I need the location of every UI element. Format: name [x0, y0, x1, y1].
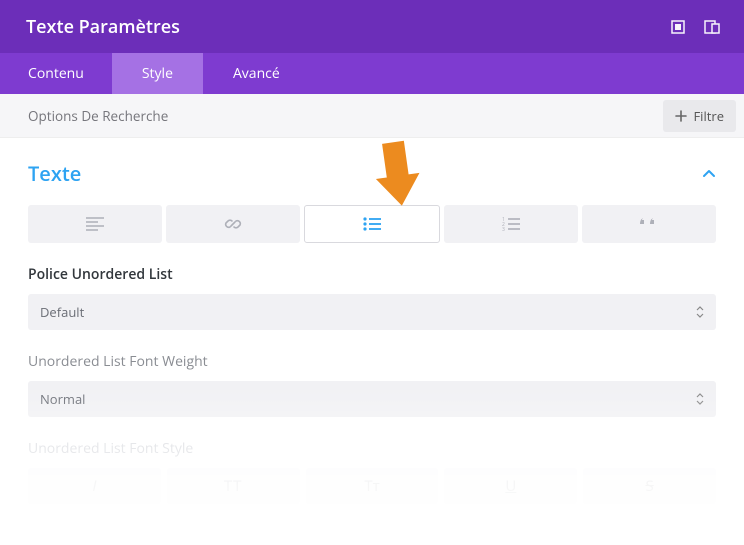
align-left-icon [86, 217, 104, 231]
tab-advanced[interactable]: Avancé [203, 53, 310, 94]
seg-link[interactable] [166, 205, 300, 243]
weight-select[interactable]: Normal [28, 381, 716, 417]
font-value: Default [40, 303, 84, 321]
seg-ordered-list[interactable]: 1 2 3 [444, 205, 578, 243]
seg-paragraph[interactable] [28, 205, 162, 243]
style-italic[interactable]: I [28, 468, 161, 504]
select-caret-icon [696, 306, 704, 318]
font-select[interactable]: Default [28, 294, 716, 330]
filter-label: Filtre [693, 107, 724, 125]
responsive-icon[interactable] [704, 19, 720, 35]
header-bar: Texte Paramètres [0, 0, 744, 53]
section-header[interactable]: Texte [28, 160, 716, 187]
plus-icon [675, 110, 687, 122]
font-label: Police Unordered List [28, 265, 716, 284]
tab-bar: Contenu Style Avancé [0, 53, 744, 94]
settings-panel: Texte [0, 138, 744, 545]
alignment-label: Unordered List Text Alignment [28, 526, 716, 545]
seg-blockquote[interactable] [582, 205, 716, 243]
weight-label: Unordered List Font Weight [28, 352, 716, 371]
select-caret-icon [696, 393, 704, 405]
window-title: Texte Paramètres [26, 15, 180, 39]
tab-content[interactable]: Contenu [0, 53, 112, 94]
style-underline[interactable]: U [444, 468, 577, 504]
search-options-label: Options De Recherche [28, 107, 168, 125]
section-title: Texte [28, 160, 81, 187]
filter-button[interactable]: Filtre [663, 100, 736, 132]
link-icon [224, 215, 242, 233]
expand-icon[interactable] [670, 19, 686, 35]
weight-value: Normal [40, 390, 85, 408]
unordered-list-icon [363, 217, 381, 231]
style-smallcaps[interactable]: Tт [306, 468, 439, 504]
tab-style[interactable]: Style [112, 53, 203, 94]
font-style-buttons: I TT Tт U S [28, 468, 716, 504]
quote-icon [639, 216, 659, 232]
ordered-list-icon: 1 2 3 [502, 217, 520, 231]
text-type-segments: 1 2 3 [28, 205, 716, 243]
seg-unordered-list[interactable] [304, 205, 440, 243]
fontstyle-label: Unordered List Font Style [28, 439, 716, 458]
style-uppercase[interactable]: TT [167, 468, 300, 504]
header-actions [670, 19, 720, 35]
chevron-up-icon[interactable] [702, 167, 716, 181]
search-options-row: Options De Recherche Filtre [0, 94, 744, 138]
style-strike[interactable]: S [583, 468, 716, 504]
svg-text:3: 3 [502, 227, 505, 231]
